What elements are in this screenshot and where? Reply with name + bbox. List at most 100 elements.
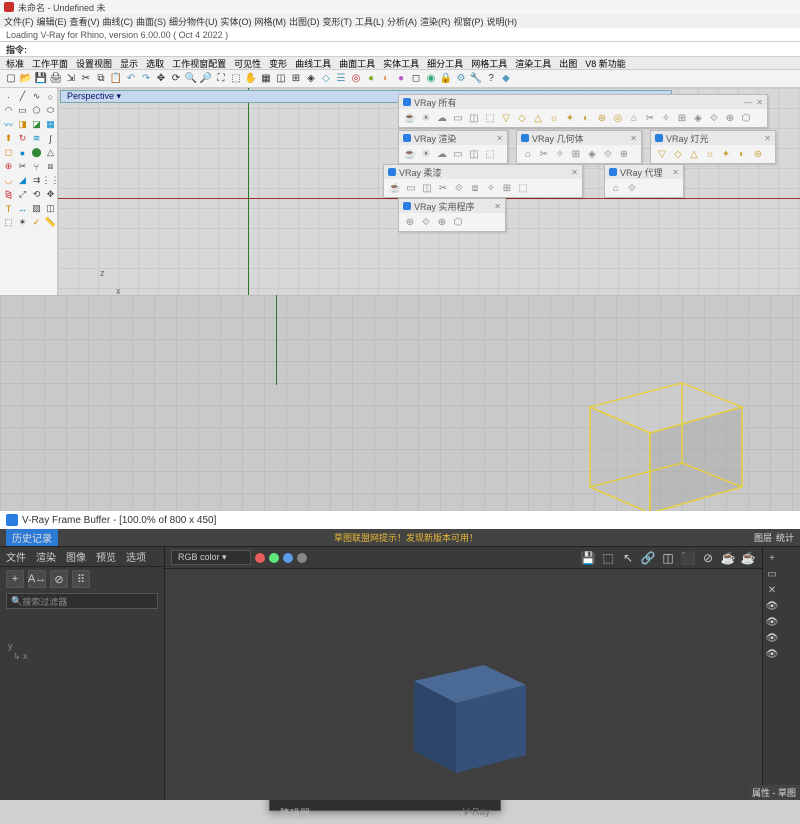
history-tab[interactable]: 历史记录 [6,529,58,546]
zoom-out-icon[interactable]: 🔎 [199,72,213,86]
tab-select[interactable]: 选取 [146,57,164,70]
trim-icon[interactable]: ✂ [16,160,29,173]
tab-cplane[interactable]: 工作平面 [32,57,68,70]
history-ab-icon[interactable]: A↔ [28,570,46,588]
wireframe-cube[interactable] [562,365,752,515]
panel-vray-geometry[interactable]: VRay 几何体✕ ⌂✂✧⊞◈⟐⊕ [516,130,642,164]
close-icon[interactable]: ✕ [672,168,679,177]
menu-render-out[interactable]: 出图(D) [289,15,320,28]
tab-subd-tools[interactable]: 细分工具 [427,57,463,70]
light-icon[interactable]: ⊛ [751,147,765,161]
wrench-icon[interactable]: 🔧 [469,72,483,86]
light-tool-icon[interactable]: ◐ [579,111,593,125]
history-opts-icon[interactable]: ⠿ [72,570,90,588]
scene-icon[interactable]: ⧈ [468,181,482,195]
array-icon[interactable]: ⋮⋮ [44,174,57,187]
menu-file[interactable]: 文件(F) [4,15,34,28]
geom-tool-icon[interactable]: ⊞ [675,111,689,125]
zoom-sel-icon[interactable]: ⬚ [229,72,243,86]
red-channel-icon[interactable] [255,553,265,563]
light-icon[interactable]: ▽ [655,147,669,161]
cut-icon[interactable]: ✂ [79,72,93,86]
revolve-icon[interactable]: ↻ [16,132,29,145]
vfb-menu-image[interactable]: 图像 [66,549,86,564]
menu-panels[interactable]: 视窗(P) [454,15,484,28]
close-icon[interactable]: ✕ [571,168,578,177]
util-icon[interactable]: ⊕ [435,215,449,229]
paste-icon[interactable]: 📋 [109,72,123,86]
menu-transform[interactable]: 变形(T) [323,15,353,28]
geom-icon[interactable]: ✧ [553,147,567,161]
util-icon[interactable]: ⬡ [451,215,465,229]
viewport-icon[interactable]: ◫ [274,72,288,86]
hatch-icon[interactable]: ▨ [30,202,43,215]
tab-curve-tools[interactable]: 曲线工具 [295,57,331,70]
menu-tools[interactable]: 工具(L) [355,15,384,28]
scene-icon[interactable]: ⊞ [500,181,514,195]
light-icon[interactable]: ◇ [671,147,685,161]
zoom-in-icon[interactable]: 🔍 [184,72,198,86]
geom-tool-icon[interactable]: ✂ [643,111,657,125]
circle-icon[interactable]: ○ [44,90,57,103]
layer-folder-icon[interactable]: ▭ [765,567,779,581]
explode-icon[interactable]: ✶ [16,216,29,229]
vfb-search-input[interactable]: 🔍 搜索过滤器 [6,593,158,609]
open-icon[interactable]: 📂 [19,72,33,86]
eye-icon[interactable]: 👁 [765,615,779,629]
light-icon[interactable]: ◐ [735,147,749,161]
light-icon[interactable]: ✦ [719,147,733,161]
link-icon[interactable]: 🔗 [640,550,656,566]
vfb-render-area[interactable] [165,569,762,800]
close-icon[interactable]: ✕ [630,134,637,143]
light-tool-icon[interactable]: ⊛ [595,111,609,125]
close-icon[interactable]: ✕ [764,134,771,143]
layer-add-icon[interactable]: + [765,551,779,565]
mesh-tool-icon[interactable]: ▦ [44,118,57,131]
layers-tab[interactable]: 图层 [754,531,772,544]
tab-v8[interactable]: V8 新功能 [585,57,626,70]
geom-tool-icon[interactable]: ◈ [691,111,705,125]
loft-icon[interactable]: ≋ [30,132,43,145]
track-mouse-icon[interactable]: ↖ [620,550,636,566]
channel-select[interactable]: RGB color ▾ [171,550,251,565]
chamfer-icon[interactable]: ◢ [16,174,29,187]
light-icon[interactable]: ☼ [703,147,717,161]
polygon-icon[interactable]: ⬠ [30,104,43,117]
named-view-icon[interactable]: ◈ [304,72,318,86]
bucket-icon[interactable]: ⬛ [680,550,696,566]
save-icon[interactable]: 💾 [34,72,48,86]
scene-icon[interactable]: ⟐ [452,181,466,195]
tab-display[interactable]: 显示 [120,57,138,70]
rotate-icon[interactable]: ⟳ [169,72,183,86]
denoise-value[interactable]: V-Ray [463,807,490,818]
mono-channel-icon[interactable] [297,553,307,563]
move-icon[interactable]: ✥ [154,72,168,86]
teapot-icon[interactable]: ☕ [403,147,417,161]
block-icon[interactable]: ◫ [44,202,57,215]
eye-icon[interactable]: 👁 [765,599,779,613]
util-icon[interactable]: ⟐ [419,215,433,229]
options-icon[interactable]: ⚙ [454,72,468,86]
stats-tab[interactable]: 统计 [776,531,794,544]
menu-view[interactable]: 查看(V) [70,15,100,28]
scene-icon[interactable]: ◫ [420,181,434,195]
geom-icon[interactable]: ⟐ [601,147,615,161]
import-icon[interactable]: ⇲ [64,72,78,86]
sphere-icon[interactable]: ● [394,72,408,86]
surface-icon[interactable]: ◨ [16,118,29,131]
vray-icon[interactable]: ◆ [499,72,513,86]
close-icon[interactable]: ✕ [756,98,763,107]
undo-icon[interactable]: ↶ [124,72,138,86]
tab-setview[interactable]: 设置视图 [76,57,112,70]
tool-icon[interactable]: ◫ [467,147,481,161]
mirror-icon[interactable]: ⧎ [2,188,15,201]
analysis-icon[interactable]: ✓ [30,216,43,229]
scene-icon[interactable]: ✂ [436,181,450,195]
geom-tool-icon[interactable]: ⌂ [627,111,641,125]
close-icon[interactable]: ✕ [496,134,503,143]
light-tool-icon[interactable]: ◎ [611,111,625,125]
sun-icon[interactable]: ☀ [419,111,433,125]
menu-edit[interactable]: 编辑(E) [37,15,67,28]
panel-vray-lights[interactable]: VRay 灯光✕ ▽◇△☼✦◐⊛ [650,130,776,164]
shade-icon[interactable]: ◐ [379,72,393,86]
